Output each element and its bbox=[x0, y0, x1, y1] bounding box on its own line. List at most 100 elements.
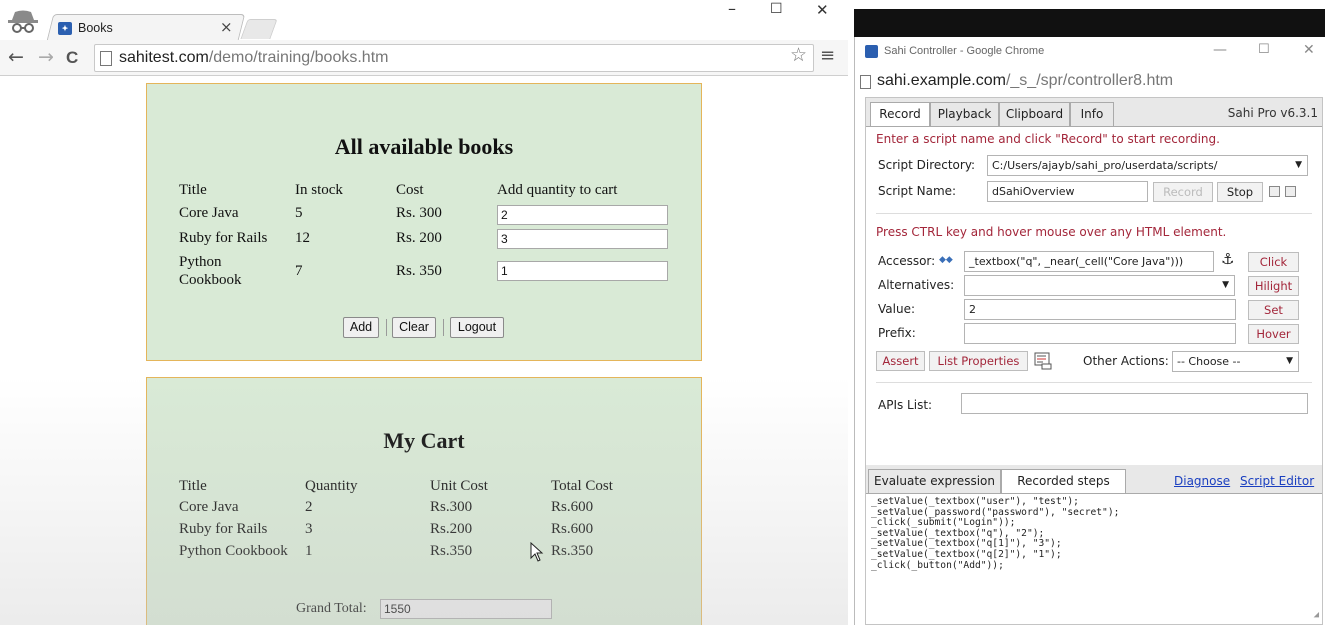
apis-list-label: APIs List: bbox=[878, 398, 933, 412]
minimize-icon[interactable]: — bbox=[1213, 42, 1227, 58]
grand-total-label: Grand Total: bbox=[296, 601, 367, 616]
tab-clipboard[interactable]: Clipboard bbox=[999, 102, 1070, 126]
cart-total: Rs.350 bbox=[551, 543, 594, 559]
tab-record[interactable]: Record bbox=[870, 102, 930, 127]
back-arrow-icon[interactable]: ← bbox=[8, 46, 24, 68]
recorded-step-line: _click(_button("Add")); bbox=[871, 559, 1004, 571]
book-title: Python bbox=[179, 254, 222, 270]
tab-books-content[interactable]: ✦ Books bbox=[58, 17, 113, 39]
record-hint: Enter a script name and click "Record" t… bbox=[876, 132, 1220, 146]
page-icon bbox=[100, 51, 112, 66]
book-title-line2: Cookbook bbox=[179, 272, 242, 288]
recorded-step-line: _setValue(_textbox("q[2]"), "1"); bbox=[871, 548, 1062, 560]
incognito-icon bbox=[8, 10, 38, 33]
page-content: All available books Title In stock Cost … bbox=[0, 77, 848, 625]
tab-close-icon[interactable]: × bbox=[220, 18, 233, 36]
bookmark-star-icon[interactable]: ☆ bbox=[790, 44, 807, 66]
close-window-icon[interactable]: ✕ bbox=[1303, 42, 1315, 58]
address-bar[interactable]: sahitest.com/demo/training/books.htm bbox=[94, 44, 814, 72]
cart-header-unit-cost: Unit Cost bbox=[430, 478, 488, 494]
button-separator bbox=[443, 319, 444, 336]
other-actions-select[interactable]: -- Choose -- ▼ bbox=[1172, 351, 1299, 372]
page-icon bbox=[860, 75, 871, 89]
stop-button[interactable]: Stop bbox=[1217, 182, 1263, 202]
grand-total-field: 1550 bbox=[380, 599, 552, 619]
assert-button[interactable]: Assert bbox=[876, 351, 925, 371]
accessor-input[interactable]: _textbox("q", _near(_cell("Core Java"))) bbox=[964, 251, 1214, 272]
set-button[interactable]: Set bbox=[1248, 300, 1299, 320]
url-text: sahitest.com/demo/training/books.htm bbox=[119, 49, 389, 66]
forward-arrow-icon[interactable]: → bbox=[38, 46, 54, 68]
clear-button[interactable]: Clear bbox=[392, 317, 436, 338]
tab-playback[interactable]: Playback bbox=[930, 102, 999, 126]
maximize-icon[interactable]: ☐ bbox=[770, 1, 783, 17]
maximize-icon[interactable]: ☐ bbox=[1258, 42, 1270, 57]
cart-unit: Rs.200 bbox=[430, 521, 473, 537]
dropdown-arrow-icon: ▼ bbox=[1222, 280, 1229, 290]
click-button[interactable]: Click bbox=[1248, 252, 1299, 272]
script-name-input[interactable]: dSahiOverview bbox=[987, 181, 1148, 202]
other-actions-label: Other Actions: bbox=[1083, 354, 1169, 368]
col-header-add-qty: Add quantity to cart bbox=[497, 182, 618, 198]
my-cart-panel: My Cart Title Quantity Unit Cost Total C… bbox=[146, 377, 702, 625]
value-input[interactable]: 2 bbox=[964, 299, 1236, 320]
controller-window-title: Sahi Controller - Google Chrome bbox=[884, 45, 1045, 57]
button-separator bbox=[386, 319, 387, 336]
prefix-label: Prefix: bbox=[878, 326, 916, 340]
minimize-icon[interactable]: – bbox=[728, 0, 736, 18]
list-properties-button[interactable]: List Properties bbox=[929, 351, 1028, 371]
anchor-icon[interactable]: ⚓ bbox=[1221, 250, 1234, 268]
menu-icon[interactable]: ≡ bbox=[820, 45, 835, 66]
hilight-button[interactable]: Hilight bbox=[1248, 276, 1299, 296]
qty-input-python-cookbook[interactable]: 1 bbox=[497, 261, 668, 281]
option-checkbox[interactable] bbox=[1285, 186, 1296, 197]
accessor-picker-icon[interactable]: ◆◆ bbox=[939, 255, 953, 265]
new-tab-button[interactable] bbox=[240, 19, 278, 39]
sahi-favicon-icon: ✦ bbox=[58, 21, 72, 35]
book-stock: 7 bbox=[295, 263, 303, 279]
divider bbox=[876, 213, 1312, 214]
diagnose-link[interactable]: Diagnose bbox=[1174, 474, 1230, 488]
cart-heading: My Cart bbox=[383, 428, 465, 453]
mouse-cursor-icon bbox=[530, 542, 544, 562]
prefix-input[interactable] bbox=[964, 323, 1236, 344]
tab-strip: ✦ Books × – ☐ ✕ bbox=[0, 0, 848, 40]
qty-input-ruby-for-rails[interactable]: 3 bbox=[497, 229, 668, 249]
reload-icon[interactable]: C bbox=[66, 48, 78, 68]
version-label: Sahi Pro v6.3.1 bbox=[1227, 106, 1318, 120]
cart-header-total-cost: Total Cost bbox=[551, 478, 613, 494]
logout-button[interactable]: Logout bbox=[450, 317, 504, 338]
option-checkbox[interactable] bbox=[1269, 186, 1280, 197]
tab-title: Books bbox=[78, 21, 113, 35]
apis-list-input[interactable] bbox=[961, 393, 1308, 414]
sahi-favicon-icon bbox=[865, 45, 878, 58]
bottom-tabs: Evaluate expression Recorded steps Diagn… bbox=[866, 467, 1322, 493]
controller-url-bar[interactable]: sahi.example.com/_s_/spr/controller8.htm bbox=[855, 67, 1325, 97]
add-button[interactable]: Add bbox=[343, 317, 379, 338]
book-cost: Rs. 350 bbox=[396, 263, 442, 279]
qty-input-core-java[interactable]: 2 bbox=[497, 205, 668, 225]
cart-qty: 2 bbox=[305, 499, 313, 515]
alternatives-select[interactable]: ▼ bbox=[964, 275, 1235, 296]
resize-grip-icon[interactable]: ◢ bbox=[1314, 610, 1319, 621]
record-panel: Enter a script name and click "Record" t… bbox=[866, 126, 1322, 465]
tab-info[interactable]: Info bbox=[1070, 102, 1114, 126]
editor-icon[interactable] bbox=[1034, 352, 1052, 370]
hover-button[interactable]: Hover bbox=[1248, 324, 1299, 344]
col-header-title: Title bbox=[179, 182, 207, 198]
tab-recorded-steps[interactable]: Recorded steps bbox=[1001, 469, 1126, 493]
script-directory-select[interactable]: C:/Users/ajayb/sahi_pro/userdata/scripts… bbox=[987, 155, 1308, 176]
close-window-icon[interactable]: ✕ bbox=[816, 1, 829, 19]
tab-evaluate-expression[interactable]: Evaluate expression bbox=[868, 469, 1001, 493]
controller-frame: Sahi Controller - Google Chrome — ☐ ✕ sa… bbox=[854, 37, 1325, 625]
script-editor-link[interactable]: Script Editor bbox=[1240, 474, 1314, 488]
cart-qty: 3 bbox=[305, 521, 313, 537]
book-title: Core Java bbox=[179, 205, 239, 221]
cart-header-title: Title bbox=[179, 478, 207, 494]
dropdown-arrow-icon: ▼ bbox=[1295, 160, 1302, 170]
record-button[interactable]: Record bbox=[1153, 182, 1213, 202]
col-header-cost: Cost bbox=[396, 182, 424, 198]
col-header-in-stock: In stock bbox=[295, 182, 343, 198]
recorded-steps-area[interactable]: _setValue(_textbox("user"), "test"); _se… bbox=[866, 493, 1322, 624]
divider bbox=[876, 382, 1312, 383]
